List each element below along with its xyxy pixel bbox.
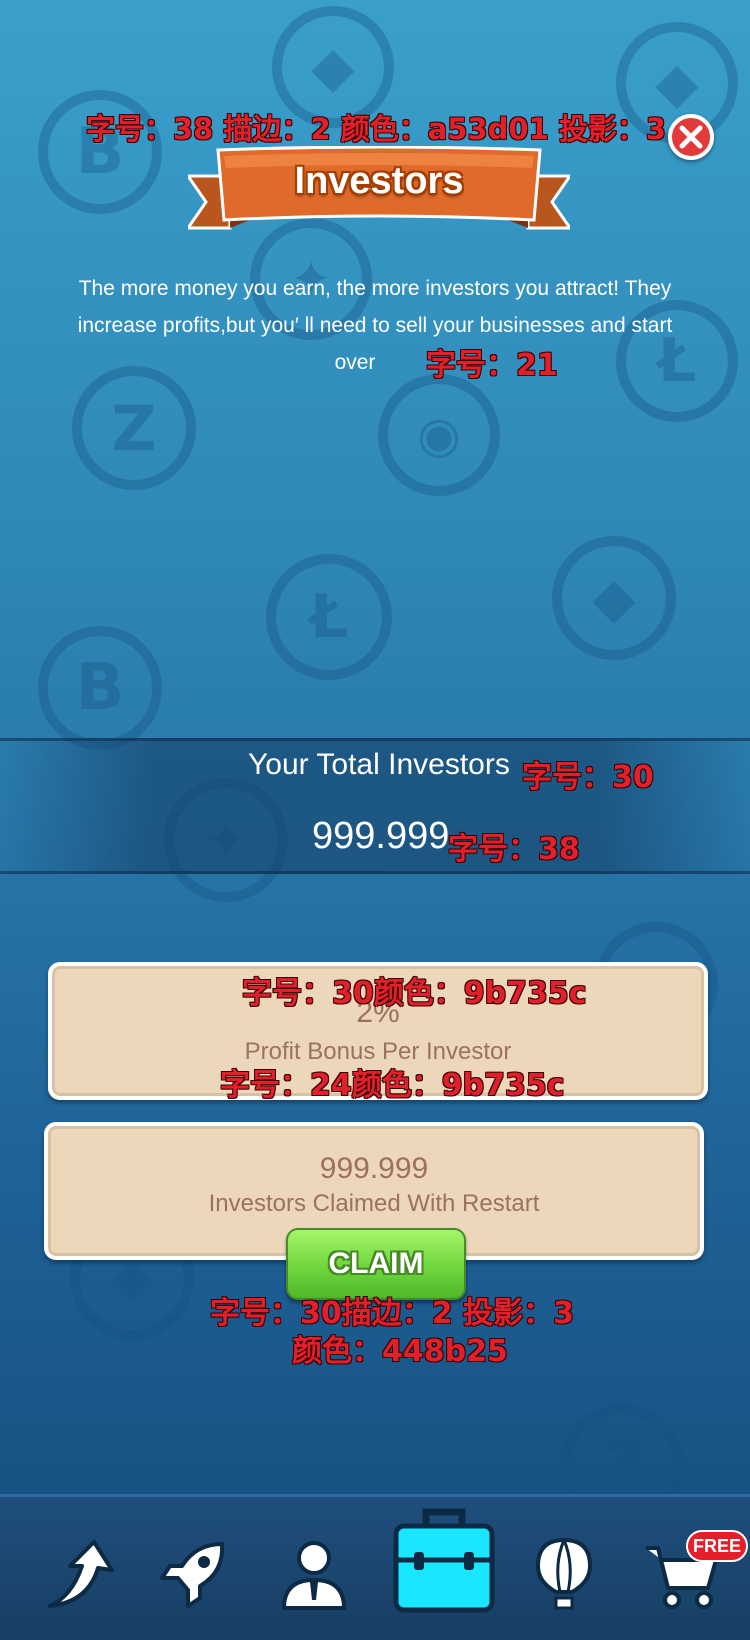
monero-coin-watermark: ◉ <box>378 374 500 496</box>
close-button[interactable] <box>668 114 714 160</box>
nav-boost[interactable] <box>152 1532 236 1616</box>
total-investors-value: 999.999 <box>312 815 450 857</box>
nav-investors[interactable] <box>392 1504 496 1616</box>
nav-managers[interactable] <box>272 1532 356 1616</box>
rocket-icon <box>160 1542 225 1608</box>
briefcase-icon <box>393 1508 495 1613</box>
restart-investors-value: 999.999 <box>319 1152 429 1185</box>
bonus-label-annotation: 字号：24颜色：9b735c <box>220 1068 565 1103</box>
description-text: The more money you earn, the more invest… <box>70 270 680 381</box>
description-line: The more money you earn, the more invest… <box>78 277 672 300</box>
total-value-annotation: 字号：38 <box>448 832 580 867</box>
bonus-value-annotation: 字号：30颜色：9b735c <box>242 976 587 1011</box>
litecoin-coin-watermark: Ł <box>266 554 392 680</box>
nav-upgrade[interactable] <box>38 1532 122 1616</box>
restart-investors-label: Investors Claimed With Restart <box>208 1190 540 1217</box>
balloon-icon <box>535 1537 593 1610</box>
close-icon <box>679 125 703 149</box>
bitcoin-coin-watermark: B <box>38 626 162 750</box>
title-annotation: 字号：38 描边：2 颜色：a53d01 投影：3 <box>86 112 667 146</box>
page-title: Investors <box>294 160 464 202</box>
free-badge: FREE <box>686 1530 748 1562</box>
upgrade-icon <box>48 1540 114 1608</box>
description-line: increase profits,but you′ ll need to sel… <box>77 314 673 337</box>
manager-icon <box>281 1541 347 1610</box>
title-ribbon: Investors <box>185 145 573 236</box>
claim-annotation-color: 颜色：448b25 <box>292 1334 508 1369</box>
ethereum-coin-watermark: ◆ <box>552 536 676 660</box>
total-label-annotation: 字号：30 <box>522 760 654 795</box>
zcash-coin-watermark: Z <box>72 366 196 490</box>
description-last-line: over <box>334 351 376 374</box>
description-annotation: 字号：21 <box>426 348 558 383</box>
total-investors-label: Your Total Investors <box>248 748 510 781</box>
description-line: over <box>70 344 680 381</box>
nav-balloon[interactable] <box>522 1532 606 1616</box>
